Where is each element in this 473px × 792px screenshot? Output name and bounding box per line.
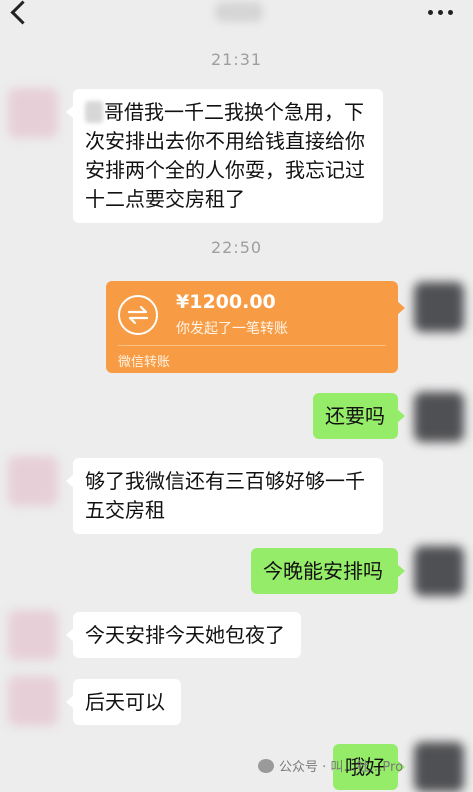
chat-header <box>0 0 473 34</box>
avatar[interactable] <box>8 456 58 506</box>
transfer-amount: ¥1200.00 <box>176 291 276 313</box>
transfer-description: 你发起了一笔转账 <box>176 321 288 337</box>
message-line: 次安排出去你不用给钱直接给你 <box>85 129 365 153</box>
message-line: 够了我微信还有三百够好够一千 <box>85 469 365 493</box>
more-dots-icon[interactable] <box>428 10 454 16</box>
message-bubble-received[interactable]: 今天安排今天她包夜了 <box>66 612 301 658</box>
message-line: 哥借我一千二我换个急用，下 <box>85 98 371 127</box>
transfer-footer-label: 微信转账 <box>118 355 171 370</box>
message-bubble-received[interactable]: 哥借我一千二我换个急用，下 次安排出去你不用给钱直接给你 安排两个全的人你耍，我… <box>66 89 383 223</box>
avatar[interactable] <box>414 742 464 792</box>
watermark: 公众号 · 叫…社…Pro <box>258 756 403 775</box>
avatar[interactable] <box>8 88 58 138</box>
transfer-card[interactable]: ¥1200.00 你发起了一笔转账 微信转账 <box>106 281 405 373</box>
message-bubble-sent[interactable]: 还要吗 <box>313 393 405 439</box>
transfer-arrows-icon <box>118 295 158 335</box>
message-line: 五交房租 <box>85 498 165 522</box>
wechat-logo-icon <box>258 759 274 773</box>
avatar[interactable] <box>414 546 464 596</box>
message-line: 安排两个全的人你耍，我忘记过 <box>85 158 365 182</box>
message-bubble-sent[interactable]: 今晚能安排吗 <box>251 548 405 594</box>
avatar[interactable] <box>8 610 58 660</box>
message-bubble-received[interactable]: 后天可以 <box>66 679 181 725</box>
message-bubble-received[interactable]: 够了我微信还有三百够好够一千 五交房租 <box>66 458 383 534</box>
avatar[interactable] <box>414 392 464 442</box>
timestamp: 22:50 <box>210 238 263 257</box>
redacted-name <box>85 101 103 123</box>
avatar[interactable] <box>414 282 464 332</box>
avatar[interactable] <box>8 676 58 726</box>
back-chevron-icon[interactable] <box>10 0 35 25</box>
message-line: 十二点要交房租了 <box>85 187 245 211</box>
chat-title-blurred <box>215 2 263 22</box>
timestamp: 21:31 <box>210 50 263 69</box>
divider <box>118 345 386 346</box>
